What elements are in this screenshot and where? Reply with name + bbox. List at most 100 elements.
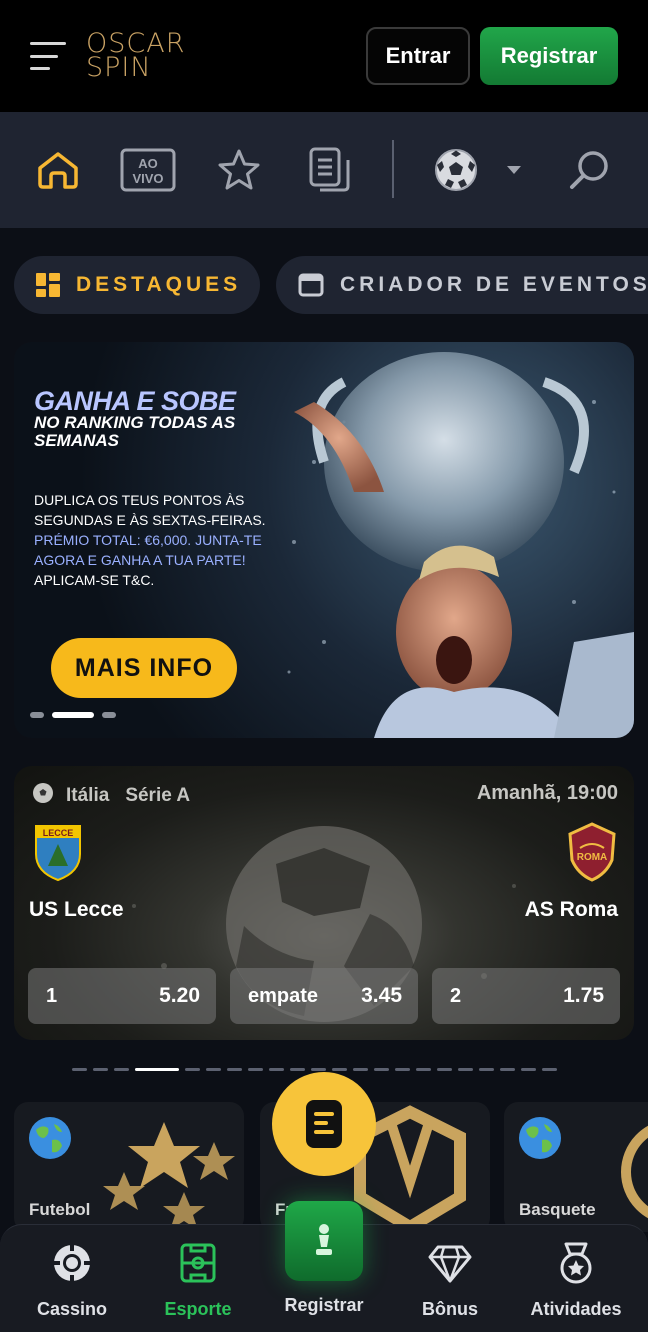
- mais-info-button[interactable]: MAIS INFO: [51, 638, 237, 698]
- lecce-crest-text: LECCE: [43, 828, 74, 838]
- sport-label: Basquete: [519, 1200, 596, 1219]
- bottom-nav: Cassino Esporte Registrar Bônus Atividad…: [0, 1201, 648, 1332]
- odd-value: 1.75: [563, 984, 604, 1007]
- bottom-nav-bonus[interactable]: Bônus: [390, 1243, 510, 1320]
- pager-dot[interactable]: [437, 1068, 452, 1071]
- content-tabs: DESTAQUES CRIADOR DE EVENTOS: [14, 256, 648, 314]
- bottom-nav-label: Cassino: [36, 1299, 108, 1319]
- pager-dot[interactable]: [500, 1068, 515, 1071]
- odd-draw-button[interactable]: empate 3.45: [230, 968, 418, 1024]
- pager-dot[interactable]: [542, 1068, 557, 1071]
- live-icon-line-1: AO: [138, 156, 158, 171]
- pager-dot[interactable]: [185, 1068, 200, 1071]
- sport-card-basquete[interactable]: Basquete: [504, 1102, 648, 1232]
- tab-criador-de-eventos[interactable]: CRIADOR DE EVENTOS: [276, 256, 648, 314]
- match-league-name: Série A: [125, 785, 191, 806]
- pager-dot[interactable]: [248, 1068, 263, 1071]
- sports-nav-bar: AO VIVO: [0, 112, 648, 228]
- lecce-crest-icon: LECCE: [32, 822, 84, 882]
- banner-body: DUPLICA OS TEUS PONTOS ÀS SEGUNDAS E ÀS …: [34, 490, 274, 590]
- pager-dot[interactable]: [290, 1068, 305, 1071]
- player-icon: [316, 1224, 332, 1255]
- roma-crest-text: ROMA: [577, 852, 608, 863]
- banner-dot[interactable]: [30, 712, 44, 718]
- banner-dot[interactable]: [102, 712, 116, 718]
- football-pitch-icon: [180, 1243, 216, 1283]
- pager-dot[interactable]: [521, 1068, 536, 1071]
- bottom-nav-label: Bônus: [422, 1299, 478, 1319]
- pager-dot[interactable]: [374, 1068, 389, 1071]
- calendar-icon: [298, 272, 324, 298]
- match-odds: 1 5.20 empate 3.45 2 1.75: [28, 968, 620, 1024]
- logo-line-2: SPIN: [86, 52, 152, 83]
- bottom-nav-cassino[interactable]: Cassino: [12, 1243, 132, 1320]
- login-button[interactable]: Entrar: [366, 27, 470, 85]
- pager-dot[interactable]: [269, 1068, 284, 1071]
- roma-crest-icon: ROMA: [566, 822, 618, 882]
- pager-dot[interactable]: [395, 1068, 410, 1071]
- pager-dot-active[interactable]: [135, 1068, 179, 1071]
- odd-value: 5.20: [159, 984, 200, 1007]
- live-icon[interactable]: AO VIVO: [120, 142, 176, 198]
- pager-dot[interactable]: [114, 1068, 129, 1071]
- pager-dot[interactable]: [458, 1068, 473, 1071]
- sport-card-futebol[interactable]: Futebol: [14, 1102, 244, 1232]
- pager-dot[interactable]: [353, 1068, 368, 1071]
- medal-icon: [556, 1242, 596, 1284]
- odd-value: 3.45: [361, 984, 402, 1007]
- pager-dot[interactable]: [72, 1068, 87, 1071]
- home-team-name: US Lecce: [29, 898, 124, 921]
- featured-match-card[interactable]: Itália Série A Amanhã, 19:00 LECCE ROMA …: [14, 766, 634, 1040]
- oscarspin-logo[interactable]: OSCAR SPIN: [86, 30, 185, 83]
- register-button[interactable]: Registrar: [480, 27, 618, 85]
- globe-icon: [519, 1117, 561, 1159]
- pager-dot[interactable]: [206, 1068, 221, 1071]
- tab-destaques-label: DESTAQUES: [76, 273, 242, 296]
- betslip-icon[interactable]: [308, 142, 352, 198]
- star-icon[interactable]: [216, 142, 262, 198]
- odd-away-button[interactable]: 2 1.75: [432, 968, 620, 1024]
- banner-dot-active[interactable]: [52, 712, 94, 718]
- banner-body-1: DUPLICA OS TEUS PONTOS ÀS SEGUNDAS E ÀS …: [34, 492, 266, 528]
- menu-icon[interactable]: [30, 42, 68, 70]
- banner-body-2: PRÉMIO TOTAL: €6,000. JUNTA-TE AGORA E G…: [34, 532, 262, 568]
- globe-icon: [29, 1117, 71, 1159]
- tab-criador-label: CRIADOR DE EVENTOS: [340, 273, 648, 296]
- pager-dot[interactable]: [332, 1068, 347, 1071]
- pager-dot[interactable]: [227, 1068, 242, 1071]
- promo-banner[interactable]: GANHA E SOBE NO RANKING TODAS AS SEMANAS…: [14, 342, 634, 738]
- tab-destaques[interactable]: DESTAQUES: [14, 256, 260, 314]
- nav-divider: [392, 140, 394, 198]
- football-icon: [32, 782, 54, 810]
- grid-icon: [36, 273, 60, 297]
- poker-chip-icon: [52, 1243, 92, 1283]
- match-country: Itália: [66, 785, 110, 806]
- match-league: Itália Série A: [32, 782, 190, 810]
- pager-dot[interactable]: [416, 1068, 431, 1071]
- basketball-icon: [621, 1125, 648, 1219]
- football-icon[interactable]: [432, 142, 480, 198]
- pager-dot[interactable]: [479, 1068, 494, 1071]
- odd-home-button[interactable]: 1 5.20: [28, 968, 216, 1024]
- bottom-nav-label: Atividades: [530, 1299, 622, 1319]
- betslip-fab[interactable]: [272, 1072, 376, 1176]
- live-icon-line-2: VIVO: [132, 171, 163, 186]
- away-team-name: AS Roma: [524, 898, 618, 921]
- betslip-icon: [306, 1100, 342, 1148]
- champions-league-icon: [103, 1122, 235, 1230]
- bottom-nav-esporte[interactable]: Esporte: [138, 1243, 258, 1320]
- bottom-nav-registrar-button[interactable]: [285, 1201, 363, 1281]
- top-header: OSCAR SPIN Entrar Registrar: [0, 0, 648, 112]
- match-time: Amanhã, 19:00: [476, 782, 618, 804]
- pager-dot[interactable]: [311, 1068, 326, 1071]
- search-icon[interactable]: [566, 142, 612, 198]
- diamond-icon: [428, 1243, 472, 1283]
- match-carousel-pager: [72, 1068, 557, 1071]
- bottom-nav-atividades[interactable]: Atividades: [516, 1242, 636, 1320]
- home-icon[interactable]: [34, 142, 82, 198]
- chevron-down-icon[interactable]: [502, 142, 526, 198]
- banner-subtitle: NO RANKING TODAS AS SEMANAS: [34, 413, 236, 450]
- sport-label: Futebol: [29, 1200, 91, 1219]
- banner-body-3: APLICAM-SE T&C.: [34, 572, 155, 588]
- pager-dot[interactable]: [93, 1068, 108, 1071]
